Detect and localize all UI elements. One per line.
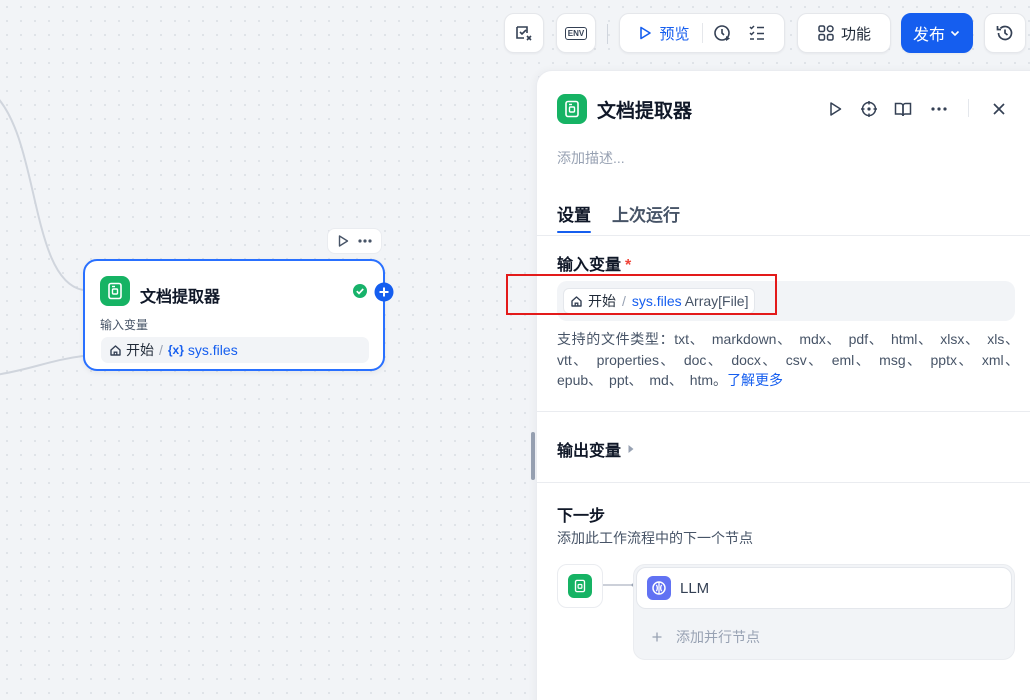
- version-history-button[interactable]: [984, 13, 1026, 53]
- tab-settings[interactable]: 设置: [557, 201, 591, 226]
- next-step-subtitle: 添加此工作流程中的下一个节点: [557, 530, 753, 546]
- input-variables-title: 输入变量 *: [557, 251, 631, 275]
- doc-extractor-icon: [568, 574, 592, 598]
- supported-file-types: 支持的文件类型：txt、 markdown、 mdx、 pdf、 html、 x…: [557, 329, 1019, 391]
- grid-icon: [817, 24, 835, 42]
- tabs-divider: [537, 235, 1030, 236]
- node-var-pill: 开始 / {x} sys.files: [101, 337, 369, 363]
- node-input-label: 输入变量: [100, 318, 149, 332]
- publish-button[interactable]: 发布: [901, 13, 973, 53]
- panel-resize-handle[interactable]: [531, 432, 535, 480]
- add-parallel-node-button[interactable]: 添加并行节点: [652, 627, 760, 647]
- home-icon: [570, 295, 583, 308]
- preview-button[interactable]: 预览: [637, 23, 697, 44]
- env-icon: ENV: [564, 26, 588, 40]
- next-step-title: 下一步: [557, 508, 606, 525]
- connector-line: [603, 583, 635, 587]
- plus-icon: [652, 632, 662, 642]
- play-icon: [637, 25, 653, 41]
- next-node-llm[interactable]: LLM: [636, 567, 1012, 609]
- input-variables-label: 输入变量: [557, 257, 622, 274]
- var-type: Array[File]: [684, 293, 749, 309]
- preview-group: 预览: [619, 13, 785, 53]
- success-check-icon: [352, 283, 368, 299]
- run-step-icon[interactable]: [827, 101, 843, 117]
- tab-active-indicator: [557, 231, 591, 233]
- var-separator: /: [159, 342, 163, 358]
- features-button[interactable]: 功能: [797, 13, 891, 53]
- next-nodes-box: LLM 添加并行节点: [633, 564, 1015, 660]
- node-settings-panel: 文档提取器 添加描述... 设置 上次运行 输入变量 * 开始 / sys.fil…: [536, 70, 1030, 700]
- output-variables-toggle[interactable]: 输出变量: [557, 437, 635, 461]
- section-divider: [537, 482, 1030, 483]
- tab-last-run[interactable]: 上次运行: [612, 201, 680, 226]
- llm-icon: [647, 576, 671, 600]
- add-node-icon[interactable]: [374, 282, 394, 302]
- input-variable-field[interactable]: 开始 / sys.files Array[File]: [557, 281, 1015, 321]
- panel-title: 文档提取器: [597, 101, 693, 122]
- run-node-icon[interactable]: [336, 234, 350, 248]
- panel-doc-extractor-icon: [557, 94, 587, 124]
- caret-right-icon: [627, 444, 635, 454]
- output-variables-label: 输出变量: [557, 443, 622, 460]
- features-label: 功能: [840, 25, 871, 43]
- checklist-detail-icon[interactable]: [747, 23, 767, 43]
- chevron-down-icon: [949, 27, 961, 39]
- history-icon: [995, 23, 1015, 43]
- doc-extractor-node[interactable]: 文档提取器 输入变量 开始 / {x} sys.files: [83, 259, 385, 371]
- var-separator: /: [622, 293, 626, 309]
- checklist-button[interactable]: [504, 13, 544, 53]
- env-button[interactable]: ENV: [556, 13, 596, 53]
- node-title: 文档提取器: [140, 289, 221, 306]
- selected-variable-pill[interactable]: 开始 / sys.files Array[File]: [563, 288, 756, 314]
- divider: [701, 23, 703, 43]
- publish-label: 发布: [912, 27, 945, 44]
- checklist-icon: [514, 23, 534, 43]
- close-icon[interactable]: [991, 101, 1007, 117]
- var-name: sys.files: [631, 293, 682, 309]
- next-node-label: LLM: [680, 579, 710, 597]
- var-name: sys.files: [187, 342, 238, 358]
- home-icon: [109, 344, 122, 357]
- var-source: 开始: [588, 293, 616, 309]
- current-node-icon: [557, 564, 603, 608]
- locate-icon[interactable]: [860, 100, 878, 118]
- toolbar-divider: [607, 24, 608, 44]
- learn-more-link[interactable]: 了解更多: [727, 372, 783, 388]
- doc-extractor-icon: [100, 276, 130, 306]
- variable-icon: {x}: [167, 343, 184, 357]
- file-types-text: 支持的文件类型：txt、 markdown、 mdx、 pdf、 html、 x…: [557, 331, 1019, 388]
- add-parallel-label: 添加并行节点: [676, 629, 760, 645]
- header-divider: [968, 99, 969, 117]
- run-history-icon[interactable]: [713, 23, 733, 43]
- description-input[interactable]: 添加描述...: [557, 148, 625, 168]
- section-divider: [537, 411, 1030, 412]
- more-icon[interactable]: [357, 234, 373, 248]
- required-mark: *: [625, 257, 632, 274]
- preview-label: 预览: [659, 25, 690, 43]
- book-icon[interactable]: [894, 100, 912, 118]
- var-source: 开始: [126, 342, 154, 358]
- more-options-icon[interactable]: [930, 101, 948, 117]
- node-toolbar: [327, 228, 382, 254]
